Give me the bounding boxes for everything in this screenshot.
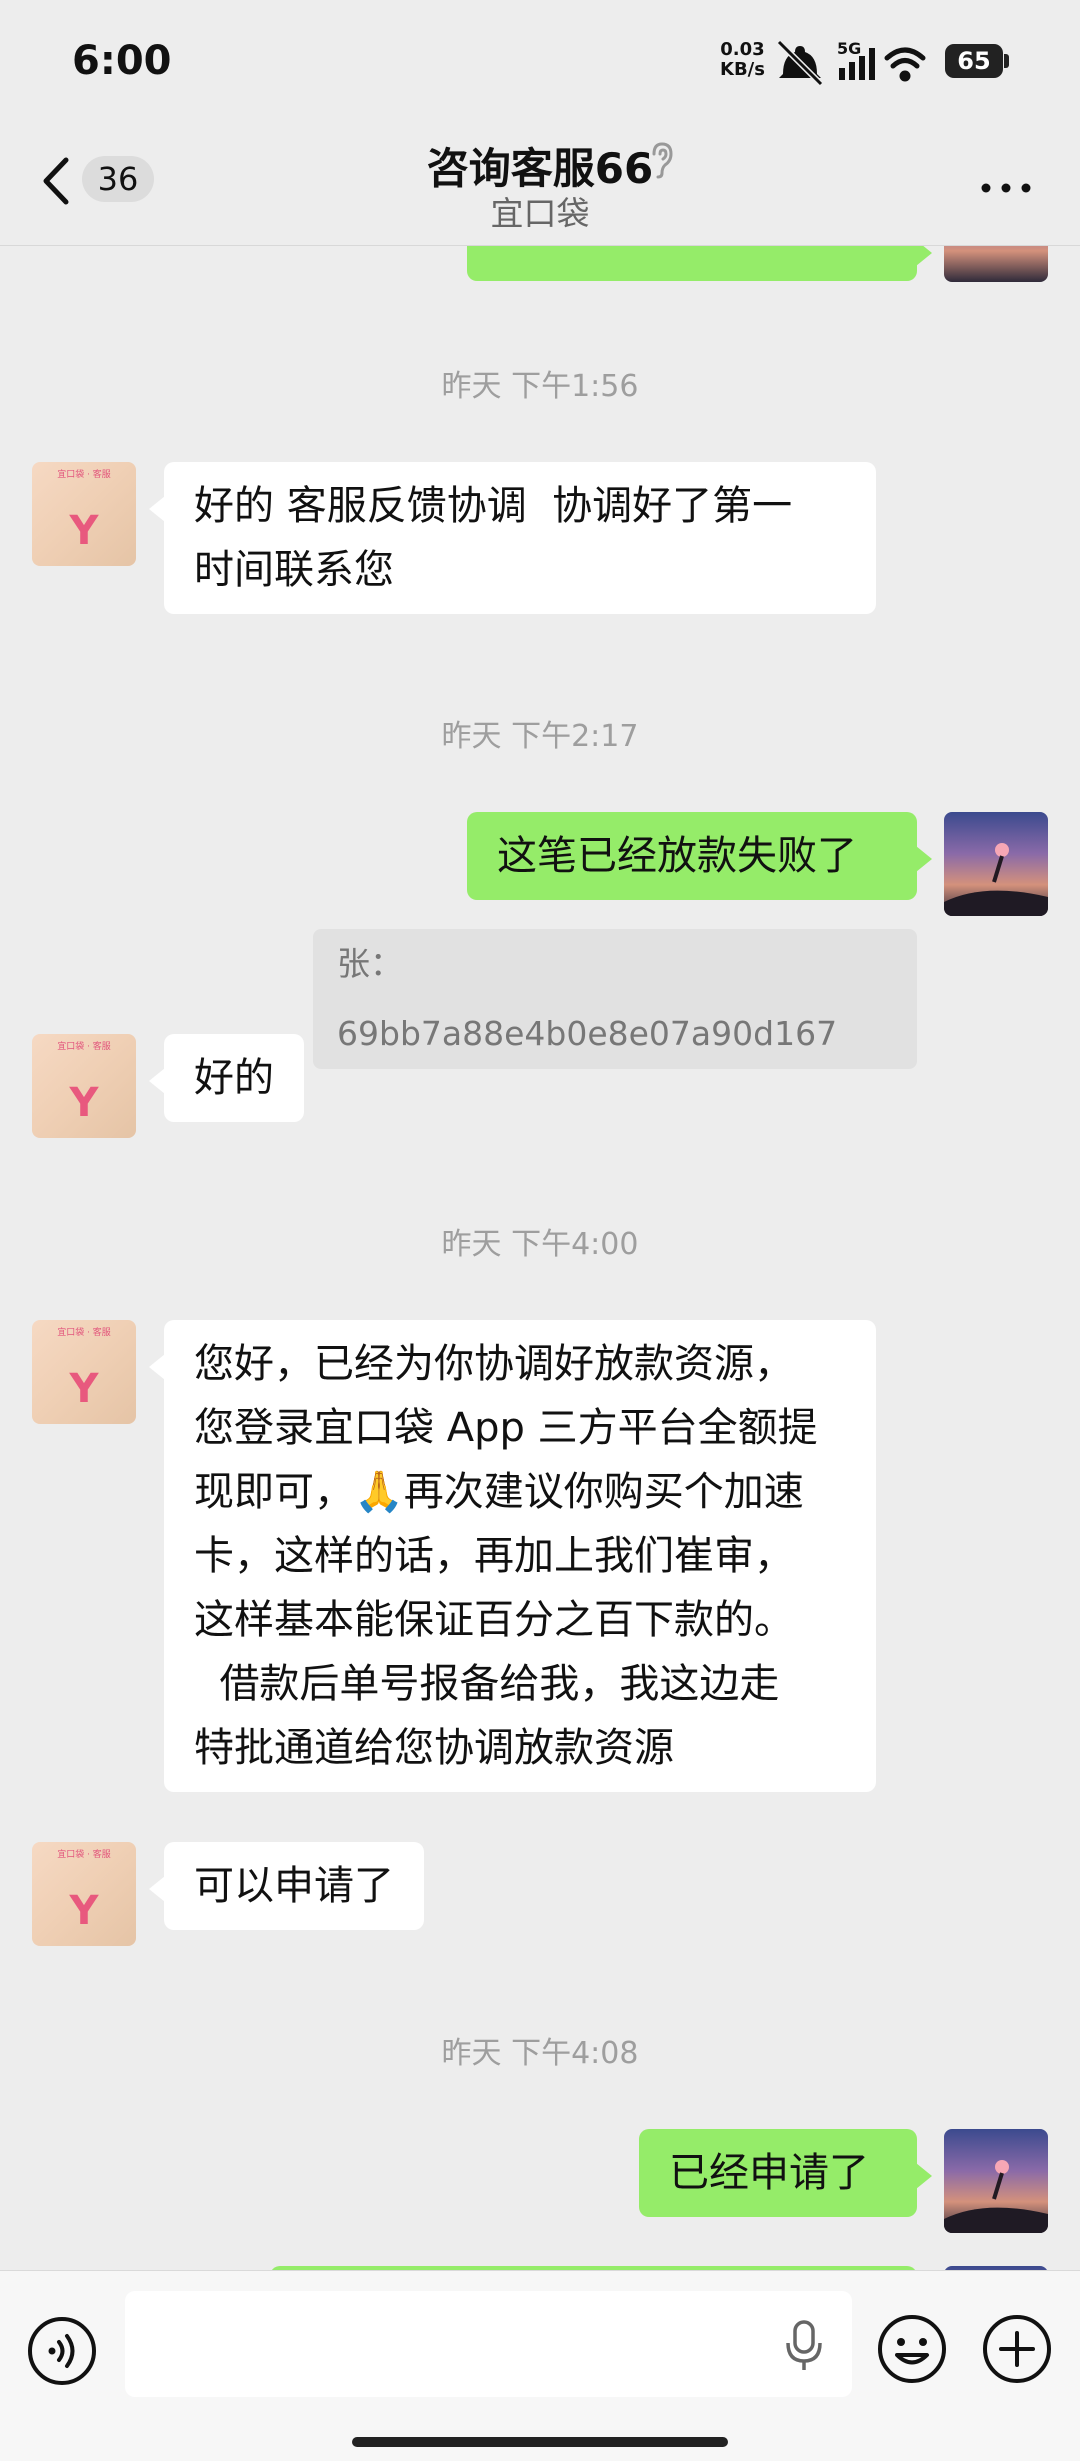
more-icon[interactable] [980, 182, 1032, 194]
my-avatar[interactable] [944, 246, 1048, 282]
chat-header: 36 咨询客服66 宜口袋 [0, 130, 1080, 246]
avatar-tiny-text: 宜口袋 · 客服 [57, 470, 111, 480]
input-bar [0, 2270, 1080, 2461]
mic-icon[interactable] [783, 2319, 825, 2373]
battery-tip [1004, 54, 1009, 68]
message-bubble-received[interactable]: 您好，已经为你协调好放款资源， 您登录宜口袋 App 三方平台全额提 现即可，🙏… [149, 1320, 876, 1792]
mute-bell-icon [776, 39, 824, 87]
contact-avatar[interactable]: 宜口袋 · 客服 Y [32, 462, 136, 566]
message-bubble-received[interactable]: 可以申请了 [149, 1842, 424, 1930]
network-speed: 0.03 KB/s [720, 40, 765, 80]
ear-icon [652, 142, 673, 179]
timestamp: 昨天 下午1:56 [441, 369, 639, 404]
message-bubble-received[interactable]: 好的 客服反馈协调 协调好了第一 时间联系您 [149, 462, 876, 614]
chat-messages[interactable]: 昨天 下午1:56 宜口袋 · 客服 Y 好的 客服反馈协调 协调好了第一 时间… [0, 246, 1080, 2270]
emoji-icon[interactable] [876, 2313, 948, 2385]
timestamp: 昨天 下午4:08 [441, 2036, 639, 2071]
avatar-logo: Y [69, 508, 99, 554]
net-speed-unit: KB/s [720, 59, 765, 80]
home-indicator[interactable] [352, 2437, 728, 2447]
signal-type: 5G [837, 39, 861, 58]
contact-avatar[interactable]: 宜口袋 · 客服 Y [32, 1320, 136, 1424]
avatar-image [944, 2160, 1048, 2233]
contact-avatar[interactable]: 宜口袋 · 客服 Y [32, 1034, 136, 1138]
my-avatar[interactable] [944, 812, 1048, 916]
message-input[interactable] [125, 2291, 852, 2397]
avatar-logo: Y [69, 1888, 99, 1934]
message-bubble-received[interactable]: 好的 [149, 1034, 304, 1122]
avatar-logo: Y [69, 1080, 99, 1126]
avatar-image [944, 843, 1048, 916]
avatar-tiny-text: 宜口袋 · 客服 [57, 1042, 111, 1052]
quoted-message[interactable]: 张：69bb7a88e4b0e8e07a90d167 [313, 929, 917, 1069]
status-bar: 6:00 0.03 KB/s 5G 65 [0, 0, 1080, 130]
plus-icon[interactable] [981, 2313, 1053, 2385]
timestamp: 昨天 下午4:00 [441, 1227, 639, 1262]
avatar-logo: Y [69, 1366, 99, 1412]
status-icons: 5G [776, 39, 926, 87]
message-bubble-sent-partial[interactable] [467, 246, 932, 281]
message-bubble-sent[interactable]: 已经申请了 [639, 2129, 932, 2217]
voice-icon[interactable] [26, 2315, 98, 2387]
avatar-tiny-text: 宜口袋 · 客服 [57, 1328, 111, 1338]
wifi-icon [884, 47, 926, 82]
contact-avatar[interactable]: 宜口袋 · 客服 Y [32, 1842, 136, 1946]
battery-level: 65 [945, 44, 1003, 78]
net-speed-value: 0.03 [720, 39, 765, 60]
clock: 6:00 [72, 38, 172, 84]
avatar-tiny-text: 宜口袋 · 客服 [57, 1850, 111, 1860]
my-avatar[interactable] [944, 2129, 1048, 2233]
timestamp: 昨天 下午2:17 [441, 719, 639, 754]
chat-subtitle: 宜口袋 [490, 194, 590, 233]
message-bubble-sent[interactable]: 这笔已经放款失败了 [467, 812, 932, 900]
